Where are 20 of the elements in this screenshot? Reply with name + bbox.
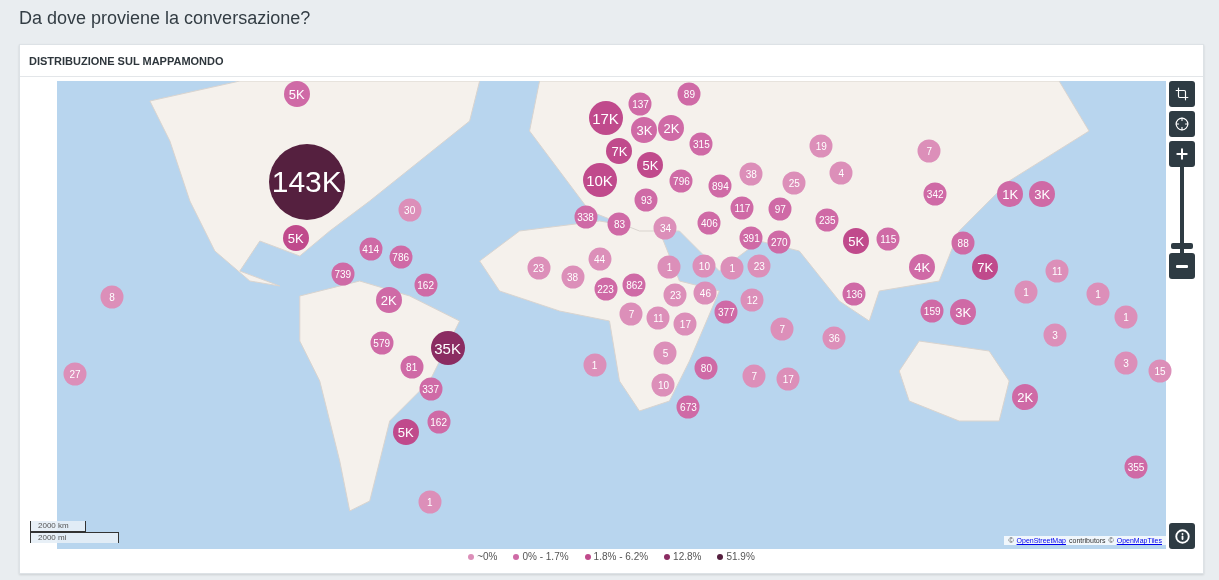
zoom-in-button[interactable]	[1169, 141, 1195, 167]
info-button[interactable]	[1169, 523, 1195, 549]
scale-bar: 2000 mi	[30, 532, 119, 543]
crop-button[interactable]	[1169, 81, 1195, 107]
legend-label: 51.9%	[726, 551, 755, 562]
legend-label: ~0%	[477, 551, 498, 562]
legend-label: 12.8%	[673, 551, 702, 562]
plus-icon	[1174, 146, 1190, 162]
minus-icon	[1176, 264, 1188, 268]
crop-icon	[1175, 87, 1189, 101]
scale-bar: 2000 km	[30, 521, 86, 532]
info-icon	[1174, 528, 1190, 544]
card-title: DISTRIBUZIONE SUL MAPPAMONDO	[20, 45, 1203, 77]
legend-label: 0% - 1.7%	[522, 551, 569, 562]
zoom-out-button[interactable]	[1169, 253, 1195, 279]
page-title: Da dove proviene la conversazione?	[19, 7, 312, 30]
legend-label: 1.8% - 6.2%	[593, 551, 649, 562]
locate-button[interactable]	[1169, 111, 1195, 137]
crosshair-icon	[1175, 117, 1189, 131]
slider-thumb[interactable]	[1171, 243, 1193, 249]
